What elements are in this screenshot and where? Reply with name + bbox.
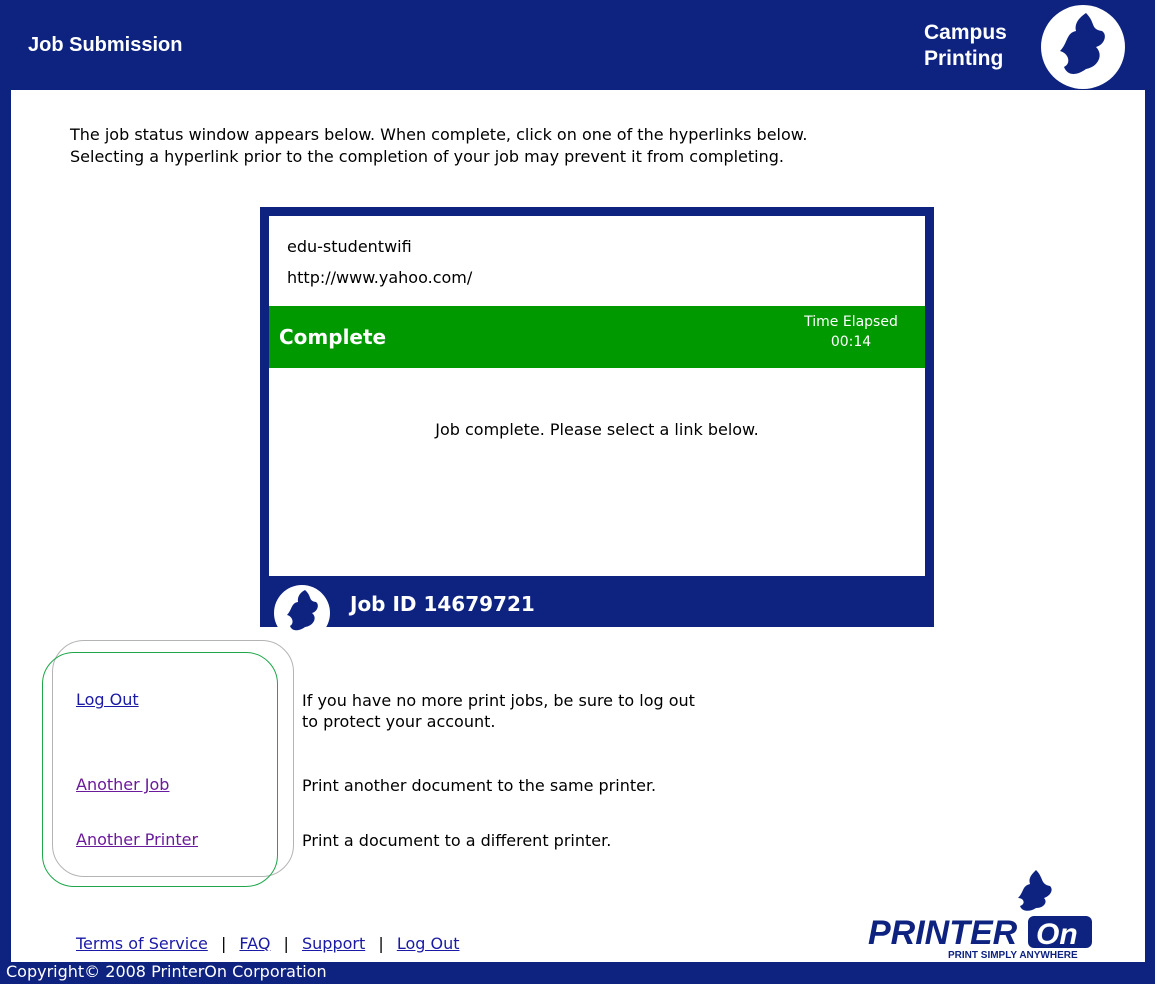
copyright-text: Copyright© 2008 PrinterOn Corporation <box>6 962 327 981</box>
status-message: Job complete. Please select a link below… <box>435 420 759 439</box>
status-bar: Complete Time Elapsed 00:14 <box>269 306 925 368</box>
support-link[interactable]: Support <box>302 934 365 953</box>
brand-line2: Printing <box>924 47 1004 70</box>
svg-text:PRINTER: PRINTER <box>868 914 1018 952</box>
job-status-inner: edu-studentwifi http://www.yahoo.com/ Co… <box>269 216 925 576</box>
faq-link[interactable]: FAQ <box>239 934 270 953</box>
another-job-link[interactable]: Another Job <box>76 775 169 794</box>
printeron-emblem-icon <box>274 585 330 641</box>
footer-separator: | <box>283 934 289 953</box>
intro-line2: Selecting a hyperlink prior to the compl… <box>70 147 784 166</box>
logout-link[interactable]: Log Out <box>76 690 139 709</box>
job-status-window: edu-studentwifi http://www.yahoo.com/ Co… <box>260 207 934 641</box>
intro-line1: The job status window appears below. Whe… <box>70 125 808 144</box>
svg-text:On: On <box>1036 918 1078 951</box>
job-url: http://www.yahoo.com/ <box>287 268 473 287</box>
time-elapsed-value: 00:14 <box>830 334 872 350</box>
link-highlight-ring <box>42 652 278 887</box>
another-job-description: Print another document to the same print… <box>302 776 657 795</box>
job-id: Job ID 14679721 <box>350 592 535 616</box>
campus-printing-brand: Campus Printing <box>924 20 1007 72</box>
intro-text: The job status window appears below. Whe… <box>70 124 1150 168</box>
footer-logout-link[interactable]: Log Out <box>397 934 460 953</box>
network-name: edu-studentwifi <box>287 237 412 256</box>
another-printer-description: Print a document to a different printer. <box>302 831 612 850</box>
footer-separator: | <box>220 934 227 953</box>
footer-separator: | <box>378 934 384 953</box>
another-printer-link[interactable]: Another Printer <box>76 830 198 849</box>
status-label: Complete <box>279 325 387 349</box>
campus-printing-logo-icon <box>1041 5 1125 89</box>
page-title: Job Submission <box>28 34 183 56</box>
terms-of-service-link[interactable]: Terms of Service <box>76 934 208 953</box>
brand-line1: Campus <box>924 21 1007 44</box>
logout-description: If you have no more print jobs, be sure … <box>302 691 695 731</box>
footer-links: Terms of Service | FAQ | Support | Log O… <box>76 934 460 953</box>
printeron-logo-icon: PRINTER On PRINT SIMPLY ANYWHERE <box>868 870 1092 960</box>
time-elapsed-label: Time Elapsed <box>804 314 898 330</box>
svg-text:PRINT SIMPLY ANYWHERE: PRINT SIMPLY ANYWHERE <box>948 950 1078 960</box>
